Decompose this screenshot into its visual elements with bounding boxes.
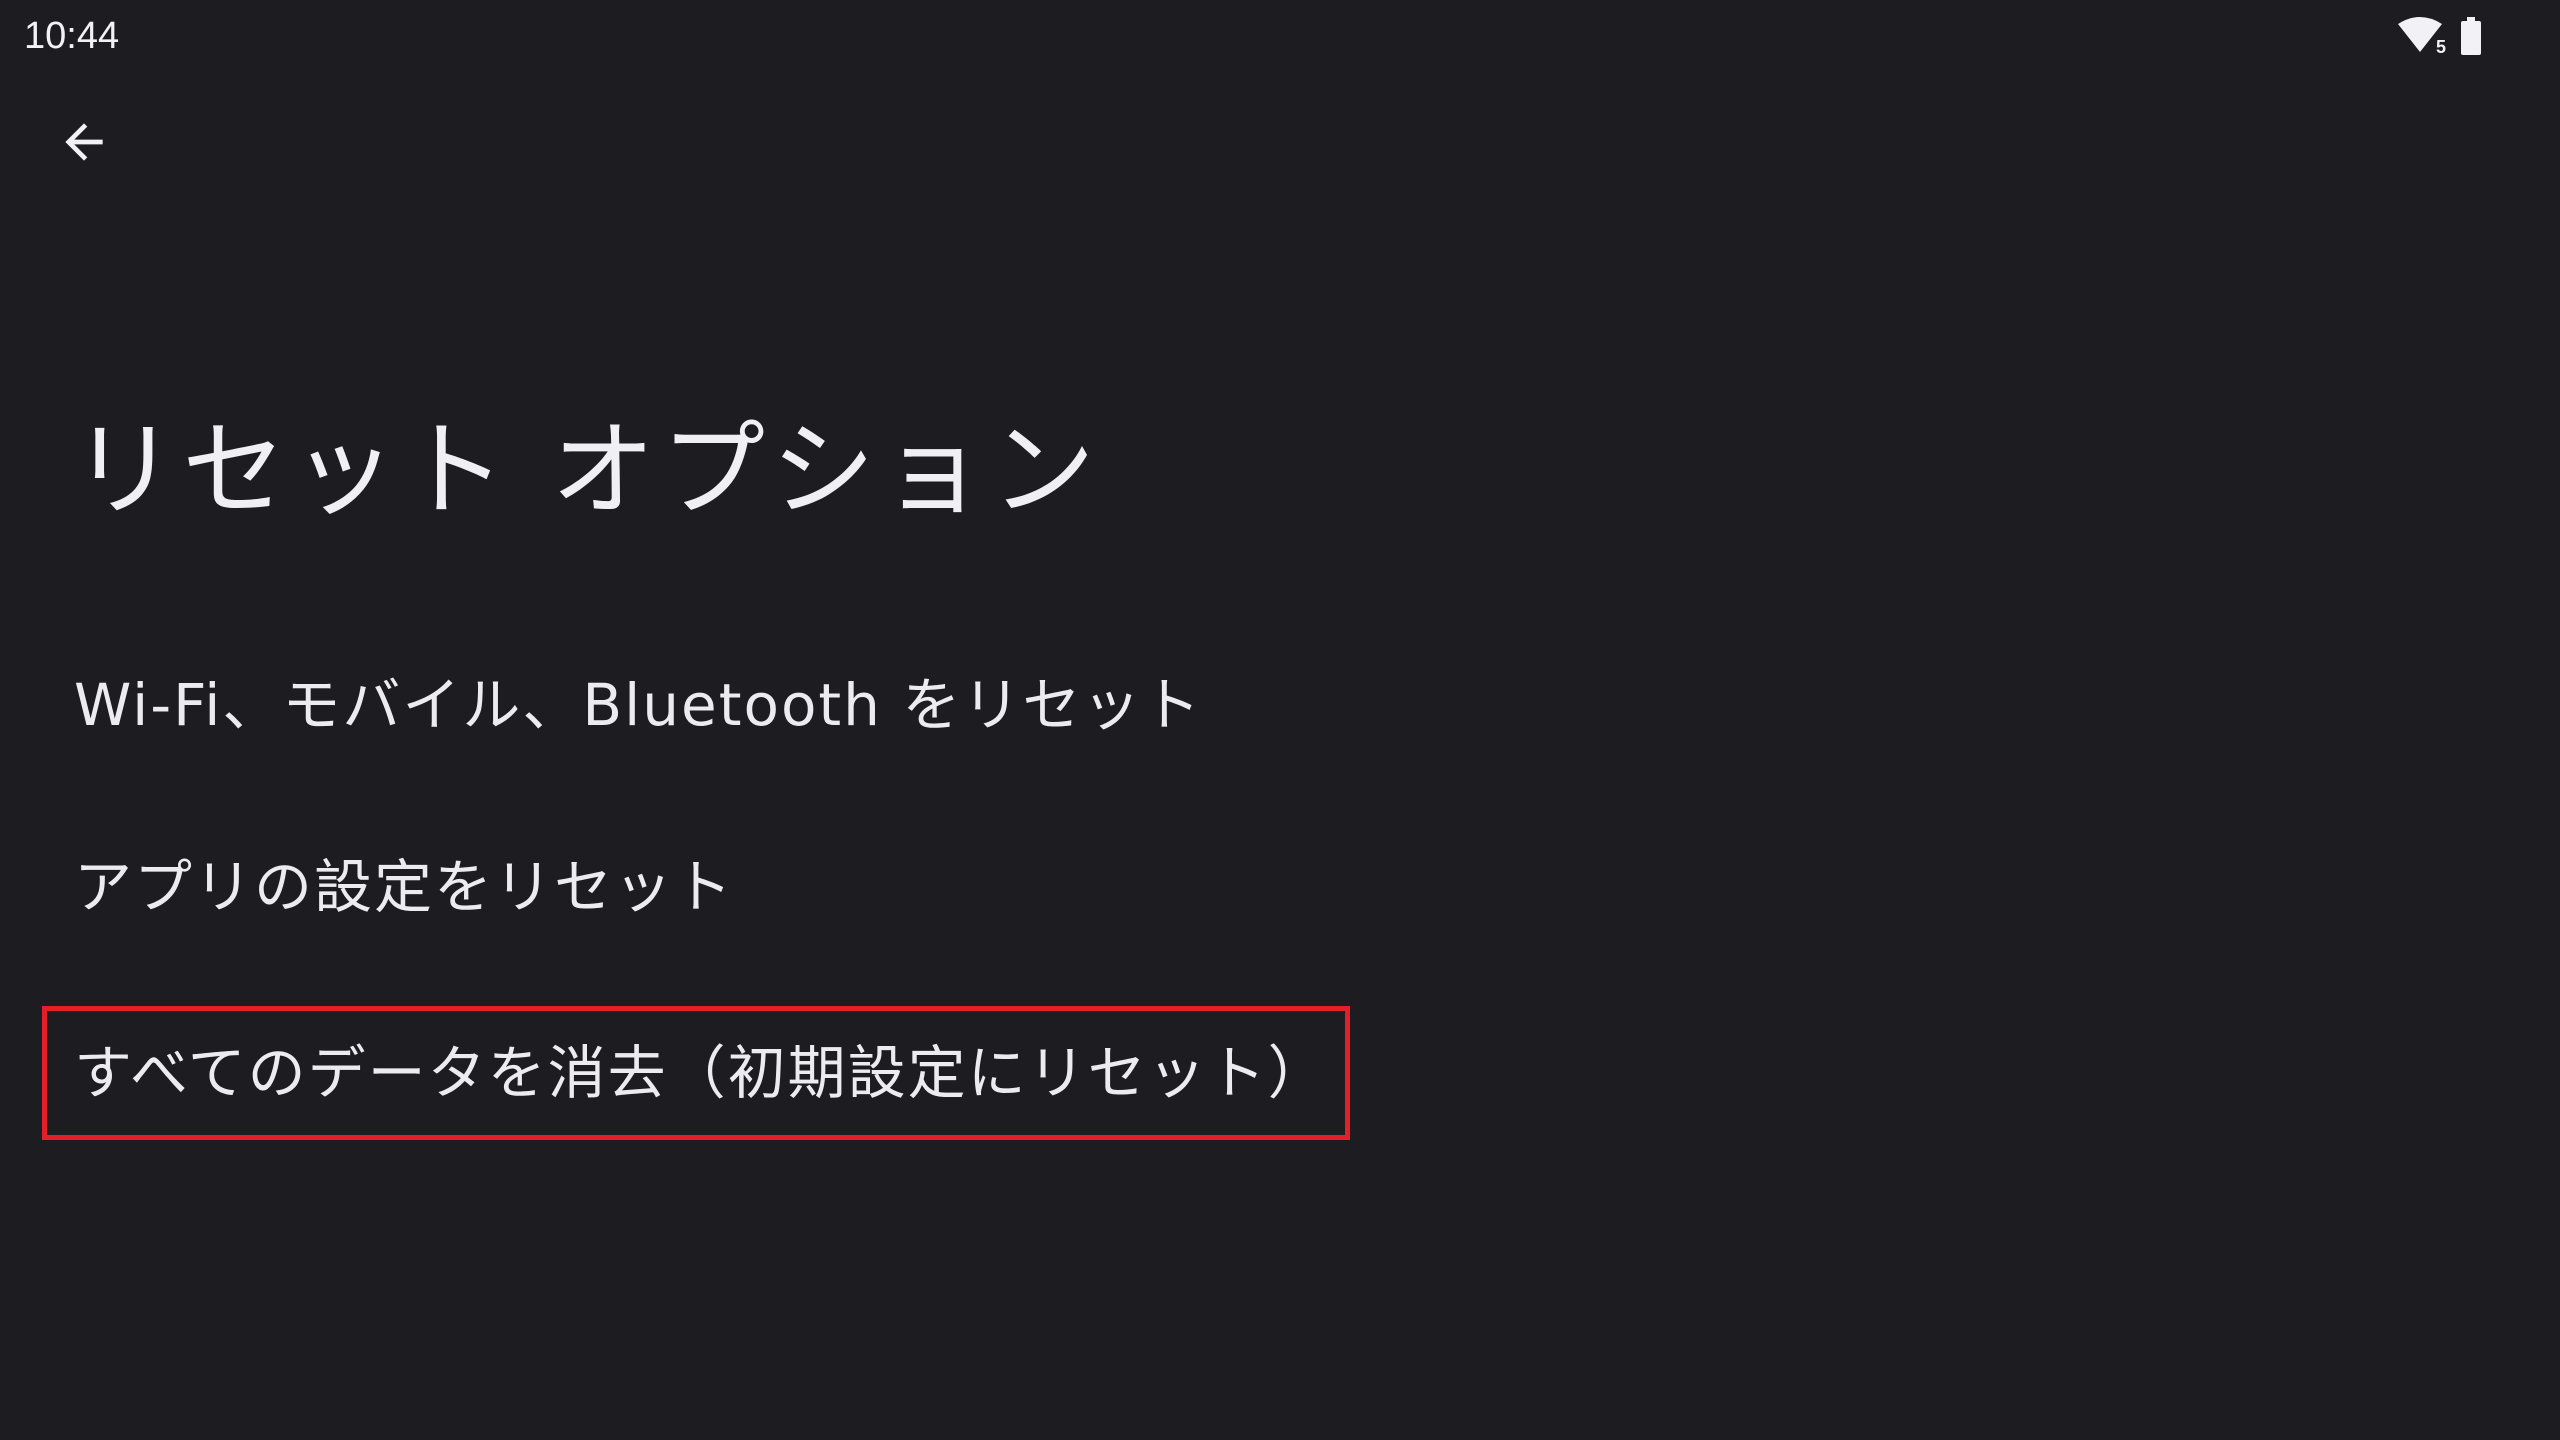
status-time: 10:44 xyxy=(24,15,120,57)
menu-item-label: すべてのデータを消去（初期設定にリセット） xyxy=(74,1039,1328,1107)
menu-item-label: アプリの設定をリセット xyxy=(74,853,735,921)
wifi-badge: 5 xyxy=(2436,37,2446,56)
battery-icon xyxy=(2461,17,2481,55)
page-title: リセット オプション xyxy=(72,409,1102,531)
reset-app-preferences-option[interactable]: アプリの設定をリセット xyxy=(44,822,1348,952)
factory-reset-option[interactable]: すべてのデータを消去（初期設定にリセット） xyxy=(42,1006,1350,1140)
status-icons: 5 xyxy=(2396,14,2482,58)
reset-network-option[interactable]: Wi-Fi、モバイル、Bluetooth をリセット xyxy=(44,640,1348,770)
status-bar: 10:44 5 xyxy=(0,0,2560,72)
back-button[interactable] xyxy=(42,100,126,184)
wifi-icon: 5 xyxy=(2398,17,2446,56)
menu-item-label: Wi-Fi、モバイル、Bluetooth をリセット xyxy=(74,671,1203,739)
arrow-back-icon xyxy=(65,123,103,161)
